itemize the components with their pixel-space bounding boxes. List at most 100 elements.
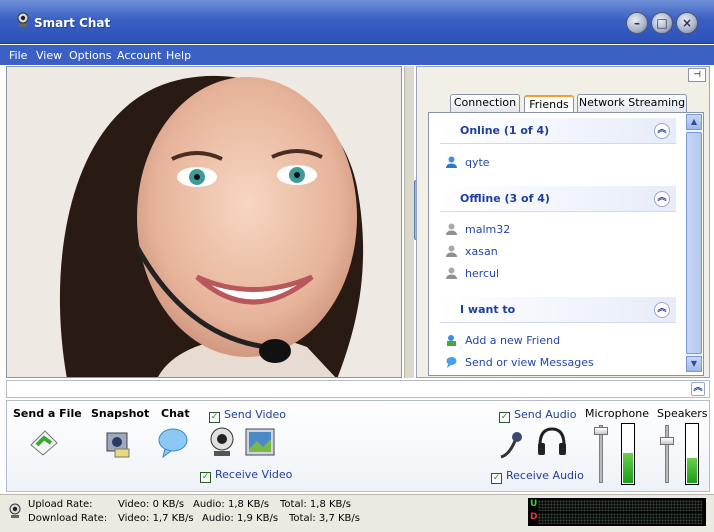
scroll-down-icon[interactable]: ▼ — [686, 356, 702, 372]
offline-user-icon — [446, 267, 457, 279]
chat-icon[interactable] — [157, 425, 191, 459]
close-button[interactable]: × — [676, 12, 698, 34]
collapse-controls-icon[interactable]: ︽ — [691, 382, 705, 396]
controls-toggle-bar: ︽ — [6, 380, 710, 398]
microphone-level-meter — [621, 423, 635, 485]
menu-file[interactable]: File — [9, 49, 27, 62]
video-preview-icon[interactable] — [243, 425, 277, 459]
download-activity-bar — [538, 513, 702, 524]
webcam-icon[interactable] — [205, 425, 239, 459]
tab-friends[interactable]: Friends — [524, 95, 574, 113]
receive-video-label: Receive Video — [215, 468, 293, 481]
chat-label: Chat — [161, 407, 190, 420]
receive-video-checkbox[interactable]: ✓ Receive Video — [200, 468, 292, 483]
send-file-icon[interactable] — [27, 425, 61, 459]
checkmark-icon: ✓ — [200, 472, 211, 483]
media-controls: Send a File Snapshot Chat ✓ Send Video ✓ R… — [6, 400, 710, 492]
upload-meter-label: U — [530, 499, 538, 509]
menu-view[interactable]: View — [36, 49, 62, 62]
video-view — [6, 66, 402, 378]
panel-splitter[interactable] — [404, 66, 414, 378]
network-activity-meter: U D — [528, 498, 706, 526]
microphone-label: Microphone — [585, 407, 650, 420]
collapse-online-icon[interactable]: ︽ — [654, 123, 670, 139]
send-video-checkbox[interactable]: ✓ Send Video — [209, 408, 286, 423]
add-friend-icon — [447, 335, 456, 346]
upload-activity-bar — [538, 500, 702, 511]
online-group-title: Online (1 of 4) — [460, 124, 550, 137]
offline-user-icon — [446, 223, 457, 235]
menu-options[interactable]: Options — [69, 49, 111, 62]
menu-bar: File View Options Account Help — [0, 45, 714, 65]
upload-video-rate: Video: 0 KB/s — [118, 499, 185, 510]
tab-network-streaming[interactable]: Network Streaming — [577, 94, 687, 112]
messages-link[interactable]: Send or view Messages — [446, 356, 594, 369]
download-rate-label: Download Rate: — [28, 513, 108, 524]
speakers-level-meter — [685, 423, 699, 485]
collapse-offline-icon[interactable]: ︽ — [654, 191, 670, 207]
scroll-up-icon[interactable]: ▲ — [686, 114, 702, 130]
pin-icon[interactable]: ⊣ — [688, 68, 706, 82]
send-audio-label: Send Audio — [514, 408, 577, 421]
actions-group-title: I want to — [460, 303, 516, 316]
speakers-label: Speakers — [657, 407, 708, 420]
messages-label: Send or view Messages — [465, 356, 594, 369]
tab-connection[interactable]: Connection — [450, 94, 520, 112]
add-friend-link[interactable]: Add a new Friend — [446, 334, 560, 347]
remote-video-frame — [7, 67, 401, 377]
menu-help[interactable]: Help — [166, 49, 191, 62]
add-friend-label: Add a new Friend — [465, 334, 561, 347]
minimize-button[interactable]: – — [626, 12, 648, 34]
friend-name: qyte — [465, 156, 490, 169]
online-group-header[interactable]: Online (1 of 4) ︽ — [440, 118, 676, 144]
friend-offline-item[interactable]: xasan — [446, 245, 498, 258]
friend-name: malm32 — [465, 223, 511, 236]
snapshot-icon[interactable] — [101, 425, 135, 459]
send-audio-checkbox[interactable]: ✓ Send Audio — [499, 408, 576, 423]
collapse-actions-icon[interactable]: ︽ — [654, 302, 670, 318]
download-audio-rate: Audio: 1,9 KB/s — [202, 513, 279, 524]
upload-rate-label: Upload Rate: — [28, 499, 93, 510]
receive-audio-label: Receive Audio — [506, 469, 584, 482]
actions-group-header[interactable]: I want to ︽ — [440, 297, 676, 323]
headphones-icon[interactable] — [535, 425, 569, 459]
download-video-rate: Video: 1,7 KB/s — [118, 513, 194, 524]
send-file-label: Send a File — [13, 407, 82, 420]
download-meter-label: D — [530, 512, 538, 522]
speakers-slider[interactable] — [665, 425, 669, 483]
online-group: Online (1 of 4) ︽ qyte — [440, 118, 676, 180]
checkmark-icon: ✓ — [209, 412, 220, 423]
online-user-icon — [446, 156, 457, 168]
snapshot-label: Snapshot — [91, 407, 150, 420]
friend-online-item[interactable]: qyte — [446, 156, 490, 169]
maximize-button[interactable]: □ — [651, 12, 673, 34]
friends-scrollbar[interactable]: ▲ ▼ — [686, 114, 702, 372]
microphone-icon[interactable] — [495, 427, 529, 461]
actions-group: I want to ︽ Add a new Friend Send or vie… — [440, 297, 676, 373]
checkmark-icon: ✓ — [499, 412, 510, 423]
checkmark-icon: ✓ — [491, 473, 502, 484]
friend-offline-item[interactable]: malm32 — [446, 223, 510, 236]
download-total-rate: Total: 3,7 KB/s — [289, 513, 360, 524]
webcam-icon — [17, 12, 29, 27]
offline-group: Offline (3 of 4) ︽ malm32 xasan hercul — [440, 186, 676, 290]
webcam-status-icon — [9, 503, 21, 518]
window-title: Smart Chat — [34, 16, 111, 30]
offline-group-header[interactable]: Offline (3 of 4) ︽ — [440, 186, 676, 212]
message-icon — [446, 357, 457, 368]
microphone-slider-knob[interactable] — [594, 427, 608, 435]
speakers-slider-knob[interactable] — [660, 437, 674, 445]
offline-group-title: Offline (3 of 4) — [460, 192, 550, 205]
send-video-label: Send Video — [224, 408, 287, 421]
friend-name: hercul — [465, 267, 500, 280]
upload-total-rate: Total: 1,8 KB/s — [280, 499, 351, 510]
title-bar: Smart Chat – □ × — [0, 0, 714, 44]
menu-account[interactable]: Account — [117, 49, 161, 62]
friend-offline-item[interactable]: hercul — [446, 267, 499, 280]
friend-name: xasan — [465, 245, 498, 258]
upload-audio-rate: Audio: 1,8 KB/s — [193, 499, 270, 510]
microphone-level-fill — [623, 453, 633, 483]
receive-audio-checkbox[interactable]: ✓ Receive Audio — [491, 469, 584, 484]
scroll-thumb[interactable] — [686, 132, 702, 354]
offline-user-icon — [446, 245, 457, 257]
